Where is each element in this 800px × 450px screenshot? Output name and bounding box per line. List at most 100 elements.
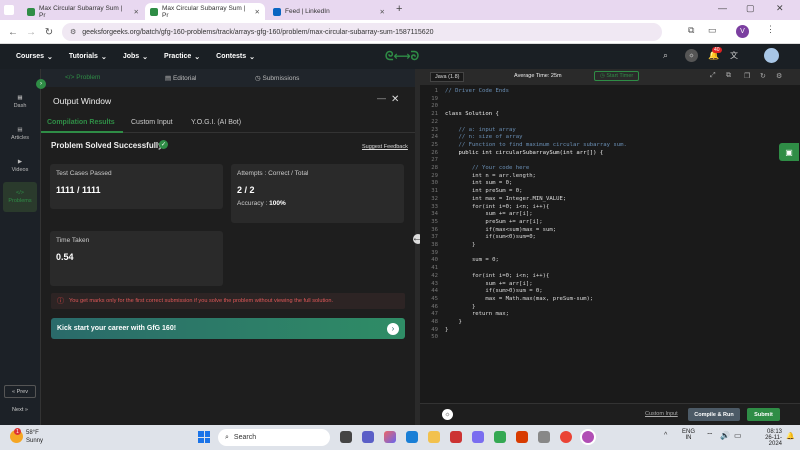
tab-editorial[interactable]: ▤ Editorial bbox=[165, 74, 196, 82]
code-line: if(max<sum)max = sum; bbox=[445, 226, 557, 233]
fullscreen-icon[interactable]: ⤢ bbox=[710, 72, 716, 80]
chrome-profile-icon[interactable] bbox=[582, 431, 594, 443]
tab-yogi-ai-bot[interactable]: Y.O.G.I. (AI Bot) bbox=[191, 119, 241, 126]
chrome-icon[interactable] bbox=[560, 431, 572, 443]
copilot-icon[interactable] bbox=[384, 431, 396, 443]
taskbar-search[interactable]: ⌕ Search bbox=[218, 429, 330, 446]
back-arrow-icon[interactable]: ← bbox=[6, 25, 20, 39]
nav-label: Contests bbox=[216, 52, 247, 60]
user-avatar[interactable] bbox=[764, 48, 779, 63]
volume-icon[interactable]: 🔊 bbox=[720, 431, 730, 440]
language-select[interactable]: Java (1.8) bbox=[430, 72, 465, 82]
browser-tab-1[interactable]: Max Circular Subarray Sum | Pr ✕ bbox=[22, 3, 144, 20]
gfg160-banner[interactable]: Kick start your career with GfG 160! › bbox=[51, 318, 405, 339]
wifi-icon[interactable]: ⌔ bbox=[706, 431, 714, 441]
line-number: 30 bbox=[431, 180, 438, 187]
nav-jobs[interactable]: Jobs ⌄ bbox=[123, 53, 148, 61]
language-indicator[interactable]: ENG IN bbox=[682, 429, 695, 441]
editorial-icon: ▤ bbox=[165, 75, 173, 82]
accuracy-label: Accuracy : bbox=[237, 200, 268, 207]
profile-avatar[interactable]: V bbox=[736, 25, 749, 38]
tab-label: Problem bbox=[76, 74, 101, 81]
reload-icon[interactable]: ↻ bbox=[42, 25, 56, 39]
notification-bell-icon[interactable]: 🔔 bbox=[786, 432, 795, 440]
app-icon[interactable] bbox=[494, 431, 506, 443]
line-number: 34 bbox=[431, 211, 438, 218]
file-explorer-icon[interactable] bbox=[428, 431, 440, 443]
translate-icon[interactable]: 文 bbox=[730, 50, 738, 61]
brave-icon[interactable] bbox=[450, 431, 462, 443]
sidebar-icon[interactable]: ▭ bbox=[708, 25, 717, 36]
layout-icon[interactable]: ⧉ bbox=[726, 72, 731, 80]
line-number: 24 bbox=[431, 134, 438, 141]
nav-practice[interactable]: Practice ⌄ bbox=[164, 53, 200, 61]
tab-list-icon[interactable] bbox=[4, 5, 14, 15]
submit-button[interactable]: Submit bbox=[747, 408, 780, 421]
nav-tutorials[interactable]: Tutorials ⌄ bbox=[69, 53, 107, 61]
next-button[interactable]: Next » bbox=[4, 403, 36, 416]
line-number: 19 bbox=[431, 95, 438, 102]
code-line: } bbox=[445, 326, 449, 333]
window-close-icon[interactable]: ✕ bbox=[776, 3, 784, 14]
accuracy-value: 100% bbox=[269, 200, 286, 207]
tests-label: Test Cases Passed bbox=[56, 170, 112, 177]
weather-badge: 1 bbox=[14, 428, 21, 435]
settings-icon[interactable]: ⚙ bbox=[776, 72, 782, 80]
close-icon[interactable]: ✕ bbox=[380, 8, 385, 16]
maximize-icon[interactable]: ▢ bbox=[746, 3, 755, 14]
start-timer-button[interactable]: ◷ Start Timer bbox=[594, 71, 640, 81]
minimize-icon[interactable]: — bbox=[718, 3, 727, 13]
close-icon[interactable]: ✕ bbox=[134, 8, 139, 16]
line-number: 28 bbox=[431, 165, 438, 171]
copy-icon[interactable]: ❐ bbox=[744, 72, 750, 80]
new-tab-button[interactable]: + bbox=[396, 3, 402, 15]
office-icon[interactable] bbox=[516, 431, 528, 443]
compile-run-button[interactable]: Compile & Run bbox=[688, 408, 740, 421]
search-icon[interactable]: ⌕ bbox=[663, 50, 668, 61]
task-view-icon[interactable] bbox=[340, 431, 352, 443]
gfg-logo[interactable]: ᘓ⟷ᘐ bbox=[385, 49, 419, 64]
custom-input-link[interactable]: Custom Input bbox=[645, 411, 678, 417]
edge-icon[interactable] bbox=[406, 431, 418, 443]
windows-start-icon[interactable] bbox=[198, 431, 210, 443]
rail-item-videos[interactable]: ▶ Videos bbox=[3, 151, 37, 181]
clock[interactable]: 08:13 26-11-2024 bbox=[752, 429, 782, 447]
menu-dots-icon[interactable]: ⋮ bbox=[766, 24, 775, 35]
site-info-icon[interactable]: ⚙ bbox=[70, 28, 76, 36]
line-number: 29 bbox=[431, 172, 438, 179]
theme-toggle-icon[interactable]: ☼ bbox=[685, 49, 698, 62]
tab-submissions[interactable]: ◷ Submissions bbox=[255, 74, 299, 82]
url-field[interactable]: ⚙ geeksforgeeks.org/batch/gfg-160-proble… bbox=[62, 23, 662, 41]
browser-tab-2[interactable]: Max Circular Subarray Sum | Pr ✕ bbox=[145, 3, 265, 20]
tab-compilation-results[interactable]: Compilation Results bbox=[47, 119, 115, 126]
rail-label: Problems bbox=[8, 198, 32, 204]
rail-item-dash[interactable]: ▦ Dash bbox=[3, 87, 37, 117]
collapse-toggle-icon[interactable]: › bbox=[36, 79, 46, 89]
app-icon[interactable] bbox=[472, 431, 484, 443]
chat-bot-icon[interactable]: ▣ bbox=[779, 143, 799, 161]
tab-problem[interactable]: </> Problem bbox=[65, 74, 100, 81]
code-area[interactable]: 1 // Driver Code Ends 19 20 21 class Solution… bbox=[420, 86, 800, 406]
extensions-icon[interactable]: ⧉ bbox=[688, 25, 694, 36]
nav-contests[interactable]: Contests ⌄ bbox=[216, 53, 255, 61]
teams-icon[interactable] bbox=[362, 431, 374, 443]
browser-tab-3[interactable]: Feed | LinkedIn ✕ bbox=[268, 3, 390, 20]
lang-secondary: IN bbox=[685, 435, 692, 441]
close-panel-icon[interactable]: ✕ bbox=[391, 94, 399, 105]
arrow-right-icon[interactable]: › bbox=[387, 322, 399, 335]
rail-item-problems[interactable]: </> Problems bbox=[3, 182, 37, 212]
tab-custom-input[interactable]: Custom Input bbox=[131, 119, 173, 126]
app-icon[interactable] bbox=[538, 431, 550, 443]
suggest-feedback-link[interactable]: Suggest Feedback bbox=[362, 144, 408, 150]
nav-courses[interactable]: Courses ⌄ bbox=[16, 53, 53, 61]
battery-icon[interactable]: ▭ bbox=[734, 431, 742, 440]
chevron-up-icon[interactable]: ^ bbox=[664, 432, 667, 439]
forward-arrow-icon[interactable]: → bbox=[24, 25, 38, 39]
output-window: Output Window — ✕ Compilation Results Cu… bbox=[41, 87, 415, 425]
theme-icon[interactable]: ☼ bbox=[442, 409, 453, 420]
rail-item-articles[interactable]: ▤ Articles bbox=[3, 119, 37, 149]
minimize-panel-icon[interactable]: — bbox=[377, 93, 386, 103]
close-icon[interactable]: ✕ bbox=[255, 8, 260, 16]
prev-button[interactable]: « Prev bbox=[4, 385, 36, 398]
reset-icon[interactable]: ↻ bbox=[760, 72, 766, 80]
